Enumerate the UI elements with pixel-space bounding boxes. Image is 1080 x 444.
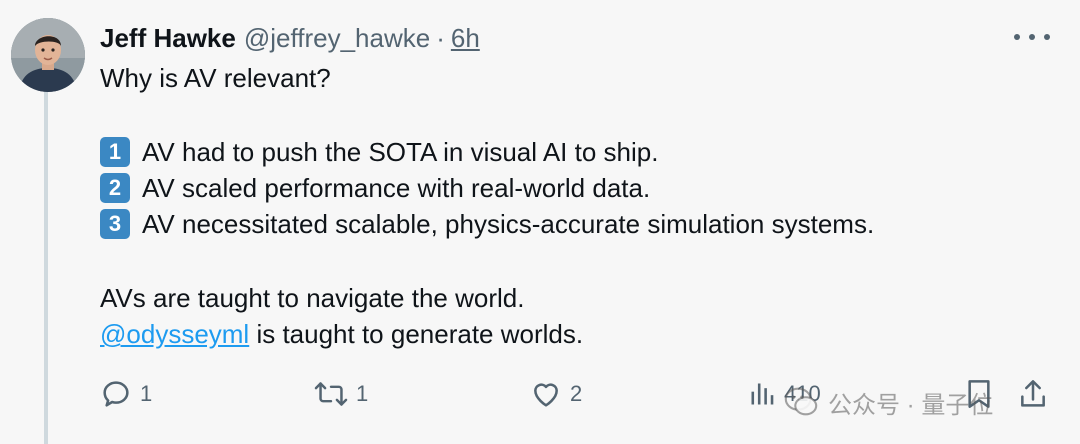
- separator-dot: ·: [436, 22, 445, 53]
- share-button[interactable]: [1018, 374, 1048, 414]
- list-item: 3 AV necessitated scalable, physics-accu…: [100, 206, 1040, 242]
- repost-count: 1: [356, 381, 369, 406]
- author-handle[interactable]: @jeffrey_hawke: [244, 23, 430, 54]
- keycap-one-icon: 1: [100, 137, 130, 167]
- point-text: AV scaled performance with real-world da…: [142, 173, 651, 203]
- repost-button[interactable]: 1: [314, 374, 368, 414]
- tweet-header: Jeff Hawke @jeffrey_hawke · 6h: [100, 20, 480, 56]
- keycap-three-icon: 3: [100, 209, 130, 239]
- views-button[interactable]: 410: [748, 374, 821, 414]
- timestamp-link[interactable]: 6h: [451, 23, 480, 54]
- more-options-icon[interactable]: [1014, 26, 1050, 48]
- list-item: 1 AV had to push the SOTA in visual AI t…: [100, 134, 1040, 170]
- tweet-text: Why is AV relevant? 1 AV had to push the…: [100, 60, 1040, 352]
- analytics-icon: [751, 383, 774, 405]
- author-name[interactable]: Jeff Hawke: [100, 23, 236, 54]
- tweet-question: Why is AV relevant?: [100, 63, 331, 93]
- views-count: 410: [784, 381, 821, 406]
- keycap-two-icon: 2: [100, 173, 130, 203]
- navigate-text: AVs are taught to navigate the world.: [100, 283, 525, 313]
- repost-icon: [314, 382, 348, 406]
- reply-button[interactable]: 1: [100, 374, 152, 414]
- action-bar: 1 1 2 410: [100, 374, 1050, 414]
- tweet-line-navigate: AVs are taught to navigate the world.: [100, 280, 1040, 316]
- avatar-photo: [11, 18, 85, 92]
- tweet-line-question: Why is AV relevant?: [100, 60, 1040, 96]
- tweet-line-generate: @odysseyml is taught to generate worlds.: [100, 316, 1040, 352]
- generate-text: is taught to generate worlds.: [249, 319, 584, 349]
- list-item: 2 AV scaled performance with real-world …: [100, 170, 1040, 206]
- reply-count: 1: [140, 381, 153, 406]
- thread-line: [44, 92, 48, 444]
- bookmark-icon: [968, 380, 990, 408]
- point-text: AV necessitated scalable, physics-accura…: [142, 209, 875, 239]
- like-count: 2: [570, 381, 583, 406]
- mention-link[interactable]: @odysseyml: [100, 316, 249, 352]
- point-text: AV had to push the SOTA in visual AI to …: [142, 137, 659, 167]
- share-icon: [1021, 380, 1045, 407]
- like-button[interactable]: 2: [530, 374, 582, 414]
- reply-icon: [103, 381, 129, 407]
- heart-icon: [534, 383, 558, 407]
- avatar[interactable]: [11, 18, 85, 92]
- bookmark-button[interactable]: [964, 374, 994, 414]
